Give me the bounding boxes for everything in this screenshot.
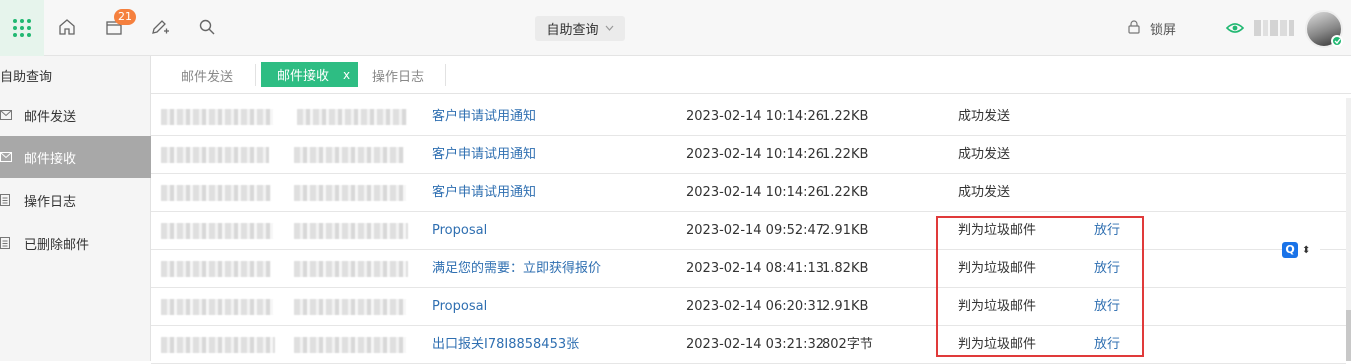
sender-blurred bbox=[161, 261, 271, 277]
mail-subject-link[interactable]: 出口报关I78I8858453张 bbox=[432, 326, 579, 364]
sender-blurred bbox=[161, 299, 273, 315]
sidebar-item-label: 邮件发送 bbox=[24, 109, 77, 125]
mail-size: 1.22KB bbox=[822, 147, 869, 162]
mail-status: 成功发送 bbox=[958, 185, 1011, 200]
scrollbar-thumb[interactable] bbox=[1346, 310, 1351, 361]
tab-label: 邮件接收 bbox=[277, 69, 330, 84]
mail-time: 2023-02-14 03:21:32 bbox=[686, 337, 825, 352]
mail-subject-link[interactable]: 客户申请试用通知 bbox=[432, 98, 536, 136]
sender-blurred bbox=[161, 109, 273, 125]
recipient-blurred bbox=[297, 109, 407, 125]
mail-size: 2.91KB bbox=[822, 299, 869, 314]
tab-label: 操作日志 bbox=[372, 69, 425, 85]
mail-time: 2023-02-14 10:14:26 bbox=[686, 147, 825, 162]
mail-status: 成功发送 bbox=[958, 109, 1011, 124]
sidebar-item-label: 已删除邮件 bbox=[24, 237, 90, 253]
sidebar-item-receive-mail[interactable]: 邮件接收 bbox=[0, 136, 151, 178]
module-select[interactable]: 自助查询 bbox=[535, 16, 625, 41]
recipient-blurred bbox=[294, 299, 406, 315]
eye-icon[interactable] bbox=[1225, 22, 1245, 38]
envelope-icon bbox=[0, 152, 16, 162]
module-select-label: 自助查询 bbox=[546, 23, 599, 38]
apps-grid-button[interactable] bbox=[0, 0, 44, 56]
mail-size: 1.22KB bbox=[822, 109, 869, 124]
tab-divider bbox=[445, 64, 446, 86]
search-icon[interactable] bbox=[196, 16, 218, 38]
sender-blurred bbox=[161, 337, 275, 353]
lock-screen-button[interactable]: 锁屏 bbox=[1128, 19, 1176, 38]
table-row[interactable]: Proposal 2023-02-14 09:52:47 2.91KB 判为垃圾… bbox=[151, 212, 1346, 250]
username-blurred bbox=[1254, 20, 1294, 36]
table-row[interactable]: 客户申请试用通知 2023-02-14 10:14:26 1.22KB 成功发送 bbox=[151, 174, 1346, 212]
mail-size: 1.22KB bbox=[822, 185, 869, 200]
sidebar-item-operation-log[interactable]: 操作日志 bbox=[0, 179, 151, 221]
mail-time: 2023-02-14 06:20:31 bbox=[686, 299, 825, 314]
tab-operation-log[interactable]: 操作日志 bbox=[372, 56, 424, 94]
sender-blurred bbox=[161, 147, 269, 163]
sidebar-item-label: 操作日志 bbox=[24, 194, 77, 210]
recipient-blurred bbox=[294, 261, 408, 277]
mail-status: 成功发送 bbox=[958, 147, 1011, 162]
table-row[interactable]: 出口报关I78I8858453张 2023-02-14 03:21:32 802… bbox=[151, 326, 1346, 364]
tab-label: 邮件发送 bbox=[181, 69, 234, 85]
sender-blurred bbox=[161, 223, 273, 239]
notification-badge: 21 bbox=[114, 9, 136, 25]
chevron-down-icon bbox=[605, 23, 614, 34]
online-check-icon bbox=[1331, 35, 1343, 47]
tab-send-mail[interactable]: 邮件发送 bbox=[181, 56, 233, 94]
sidebar-item-send-mail[interactable]: 邮件发送 bbox=[0, 94, 151, 136]
sidebar-title: 自助查询 bbox=[0, 70, 53, 85]
compose-icon[interactable] bbox=[149, 16, 171, 38]
mail-time: 2023-02-14 08:41:13 bbox=[686, 261, 825, 276]
document-icon bbox=[0, 194, 16, 206]
recipient-blurred bbox=[294, 337, 406, 353]
table-row[interactable]: 客户申请试用通知 2023-02-14 10:14:26 1.22KB 成功发送 bbox=[151, 98, 1346, 136]
envelope-icon bbox=[0, 110, 16, 120]
mail-size: 802字节 bbox=[822, 337, 873, 352]
q-icon: Q bbox=[1282, 242, 1298, 258]
mail-subject-link[interactable]: Proposal bbox=[432, 212, 487, 250]
mail-subject-link[interactable]: 客户申请试用通知 bbox=[432, 174, 536, 212]
sidebar: 自助查询 邮件发送 邮件接收 操作日志 已删除邮件 bbox=[0, 56, 151, 361]
table-row[interactable]: 满足您的需要：立即获得报价 2023-02-14 08:41:13 1.82KB… bbox=[151, 250, 1346, 288]
tab-divider bbox=[255, 64, 256, 86]
apps-grid-icon bbox=[13, 19, 31, 37]
lock-icon bbox=[1128, 19, 1140, 38]
mail-time: 2023-02-14 09:52:47 bbox=[686, 223, 825, 238]
table-row[interactable]: 客户申请试用通知 2023-02-14 10:14:26 1.22KB 成功发送 bbox=[151, 136, 1346, 174]
sender-blurred bbox=[161, 185, 271, 201]
tab-bar: 邮件发送 邮件接收 x 操作日志 bbox=[151, 56, 1351, 94]
spam-highlight-box bbox=[936, 216, 1144, 357]
home-icon[interactable] bbox=[56, 16, 78, 38]
close-icon[interactable]: x bbox=[343, 68, 350, 82]
mail-size: 2.91KB bbox=[822, 223, 869, 238]
recipient-blurred bbox=[294, 147, 404, 163]
sidebar-item-deleted-mail[interactable]: 已删除邮件 bbox=[0, 222, 151, 264]
top-bar: 21 自助查询 锁屏 bbox=[0, 0, 1351, 56]
mail-time: 2023-02-14 10:14:26 bbox=[686, 185, 825, 200]
updown-arrows-icon: ⬍ bbox=[1302, 244, 1311, 256]
mail-subject-link[interactable]: 客户申请试用通知 bbox=[432, 136, 536, 174]
document-icon bbox=[0, 237, 16, 249]
table-row[interactable]: Proposal 2023-02-14 06:20:31 2.91KB 判为垃圾… bbox=[151, 288, 1346, 326]
floating-tool-widget[interactable]: Q ⬍ bbox=[1282, 240, 1320, 260]
mail-size: 1.82KB bbox=[822, 261, 869, 276]
recipient-blurred bbox=[294, 185, 406, 201]
sidebar-item-label: 邮件接收 bbox=[24, 151, 77, 167]
mail-time: 2023-02-14 10:14:26 bbox=[686, 109, 825, 124]
lock-label: 锁屏 bbox=[1150, 23, 1177, 38]
mail-subject-link[interactable]: Proposal bbox=[432, 288, 487, 326]
recipient-blurred bbox=[294, 223, 408, 239]
mail-subject-link[interactable]: 满足您的需要：立即获得报价 bbox=[432, 250, 601, 288]
tab-receive-mail[interactable]: 邮件接收 x bbox=[261, 62, 359, 87]
